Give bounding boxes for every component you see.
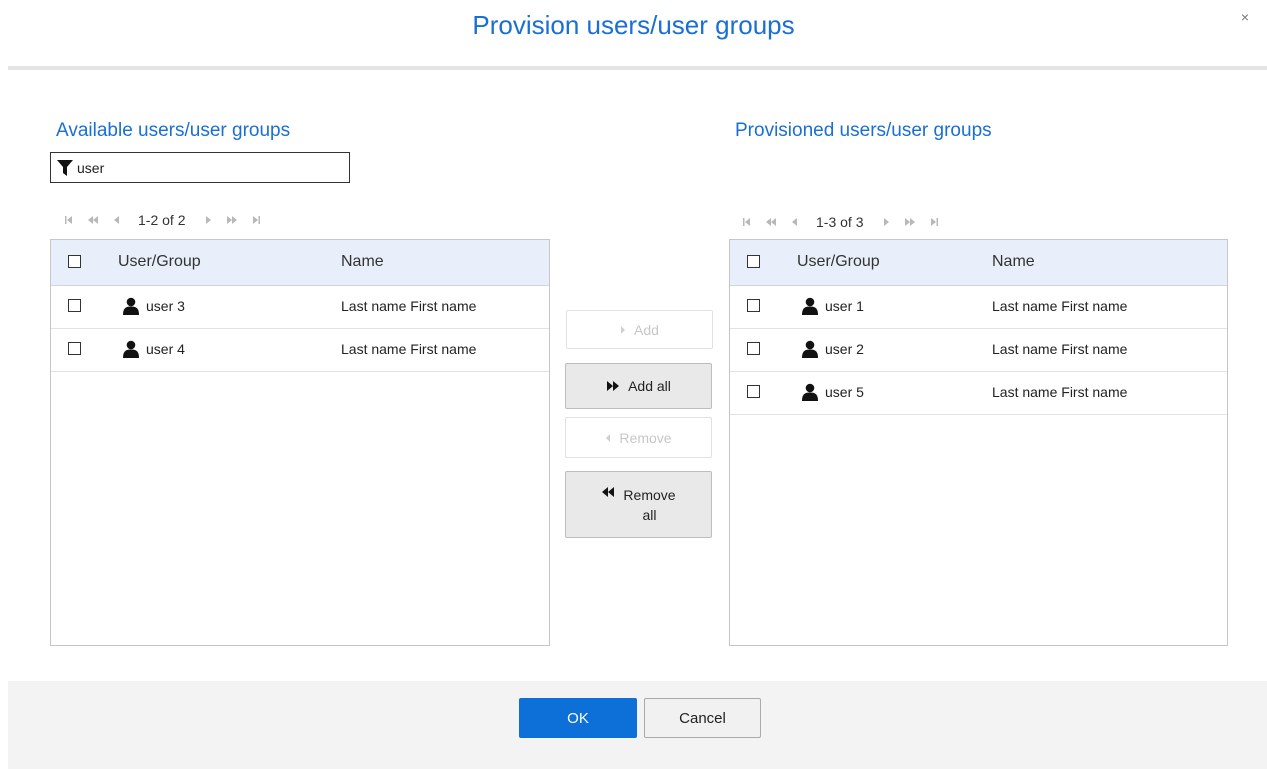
user-cell: user 1 xyxy=(801,297,864,315)
name-cell: Last name First name xyxy=(341,341,477,357)
user-icon xyxy=(802,383,818,401)
user-cell: user 3 xyxy=(122,297,185,315)
previous-page-icon[interactable] xyxy=(786,215,804,229)
grid-header: User/Group Name xyxy=(51,240,549,286)
next-page-icon[interactable] xyxy=(199,213,217,227)
name-cell: Last name First name xyxy=(992,384,1128,400)
user-cell: user 2 xyxy=(801,340,864,358)
close-icon[interactable]: × xyxy=(1236,8,1254,26)
first-page-icon[interactable] xyxy=(60,213,78,227)
remove-button-label: Remove xyxy=(619,429,672,446)
next-block-icon[interactable] xyxy=(901,215,919,229)
remove-arrow-icon xyxy=(606,433,611,442)
available-pager: 1-2 of 2 xyxy=(60,210,271,230)
grid-header: User/Group Name xyxy=(730,240,1227,286)
table-row[interactable]: user 3 Last name First name xyxy=(51,286,549,329)
provisioned-pager-text: 1-3 of 3 xyxy=(816,214,864,230)
provisioned-grid: User/Group Name user 1 Last name First n… xyxy=(729,239,1228,646)
user-icon xyxy=(802,340,818,358)
previous-block-icon[interactable] xyxy=(762,215,780,229)
table-row[interactable]: user 2 Last name First name xyxy=(730,329,1227,372)
remove-all-button-label: Remove all xyxy=(623,486,676,523)
filter-input[interactable] xyxy=(73,159,317,176)
previous-page-icon[interactable] xyxy=(108,213,126,227)
column-name[interactable]: Name xyxy=(992,253,1035,271)
user-icon xyxy=(802,297,818,315)
add-button[interactable]: Add xyxy=(566,310,713,349)
user-label: user 4 xyxy=(146,341,185,357)
ok-button[interactable]: OK xyxy=(519,698,637,738)
name-cell: Last name First name xyxy=(341,298,477,314)
next-page-icon[interactable] xyxy=(877,215,895,229)
column-user-group[interactable]: User/Group xyxy=(797,253,880,271)
user-icon xyxy=(123,297,139,315)
first-page-icon[interactable] xyxy=(738,215,756,229)
user-cell: user 5 xyxy=(801,383,864,401)
available-panel-title: Available users/user groups xyxy=(56,120,291,141)
name-cell: Last name First name xyxy=(992,341,1128,357)
user-label: user 1 xyxy=(825,298,864,314)
select-all-checkbox[interactable] xyxy=(747,255,760,268)
row-checkbox[interactable] xyxy=(747,342,760,355)
column-name[interactable]: Name xyxy=(341,253,384,271)
add-all-button-label: Add all xyxy=(628,378,671,394)
user-label: user 2 xyxy=(825,341,864,357)
remove-button[interactable]: Remove xyxy=(565,417,712,458)
double-arrow-right-icon xyxy=(607,381,620,391)
dialog-title: Provision users/user groups xyxy=(472,10,795,40)
add-all-button[interactable]: Add all xyxy=(565,363,712,409)
available-pager-text: 1-2 of 2 xyxy=(138,212,186,228)
remove-all-button[interactable]: Remove all xyxy=(565,471,712,538)
add-button-label: Add xyxy=(634,321,659,338)
table-row[interactable]: user 1 Last name First name xyxy=(730,286,1227,329)
title-divider xyxy=(8,66,1267,70)
add-arrow-icon xyxy=(621,325,626,334)
available-grid: User/Group Name user 3 Last name First n… xyxy=(50,239,550,646)
row-checkbox[interactable] xyxy=(747,299,760,312)
next-block-icon[interactable] xyxy=(223,213,241,227)
row-checkbox[interactable] xyxy=(747,385,760,398)
user-label: user 5 xyxy=(825,384,864,400)
double-arrow-left-icon xyxy=(602,487,615,497)
user-cell: user 4 xyxy=(122,340,185,358)
column-user-group[interactable]: User/Group xyxy=(118,253,201,271)
provisioned-panel-title: Provisioned users/user groups xyxy=(735,120,992,141)
filter-field[interactable] xyxy=(50,152,350,183)
user-label: user 3 xyxy=(146,298,185,314)
dialog-footer xyxy=(8,681,1267,769)
table-row[interactable]: user 4 Last name First name xyxy=(51,329,549,372)
previous-block-icon[interactable] xyxy=(84,213,102,227)
table-row[interactable]: user 5 Last name First name xyxy=(730,372,1227,415)
last-page-icon[interactable] xyxy=(247,213,265,227)
filter-icon xyxy=(57,159,73,176)
provisioned-pager: 1-3 of 3 xyxy=(738,212,949,232)
cancel-button[interactable]: Cancel xyxy=(644,698,761,738)
user-icon xyxy=(123,340,139,358)
row-checkbox[interactable] xyxy=(68,299,81,312)
last-page-icon[interactable] xyxy=(925,215,943,229)
row-checkbox[interactable] xyxy=(68,342,81,355)
select-all-checkbox[interactable] xyxy=(68,255,81,268)
name-cell: Last name First name xyxy=(992,298,1128,314)
